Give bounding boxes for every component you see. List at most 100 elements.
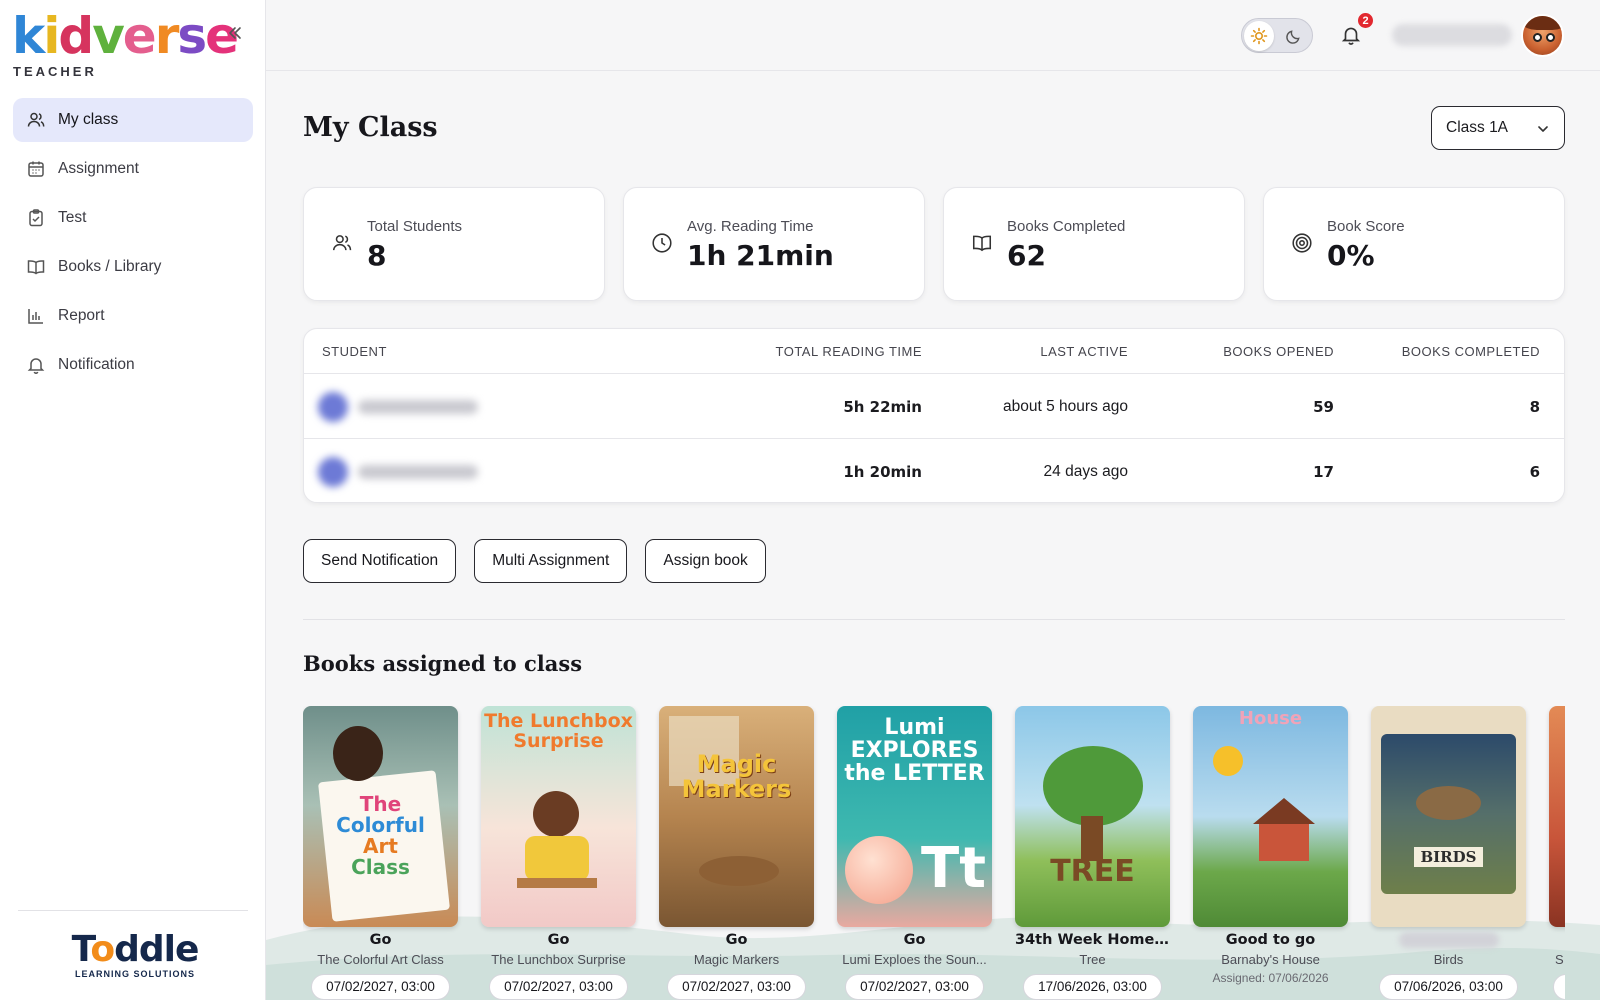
section-divider [303, 619, 1565, 620]
stat-value: 0% [1327, 239, 1375, 272]
sidebar-item-books-library[interactable]: Books / Library [13, 245, 253, 289]
book-card[interactable]: S [1549, 706, 1565, 1000]
collapse-sidebar-icon[interactable] [222, 20, 248, 46]
chevron-down-icon [1538, 126, 1548, 132]
sidebar-item-notification[interactable]: Notification [13, 343, 253, 387]
table-row[interactable]: 1h 20min 24 days ago 17 6 [304, 439, 1564, 502]
book-cover: Magic Markers [659, 706, 814, 927]
column-header-books-completed[interactable]: BOOKS COMPLETED [1402, 344, 1540, 359]
moon-icon [1283, 26, 1303, 46]
assign-book-button[interactable]: Assign book [645, 539, 766, 583]
book-cover: House [1193, 706, 1348, 927]
clipboard-check-icon [29, 209, 43, 227]
book-due-date: 07/06/2026, 03:00 [1379, 974, 1518, 1000]
book-cover [1549, 706, 1565, 927]
student-name-redacted [318, 388, 488, 426]
sun-icon [1244, 21, 1274, 51]
book-cover: Lumi EXPLORES the LETTER Tt [837, 706, 992, 927]
column-header-books-opened[interactable]: BOOKS OPENED [1223, 344, 1334, 359]
book-assigned-date: Assigned: 07/06/2026 [1212, 971, 1329, 985]
theme-toggle[interactable] [1241, 18, 1313, 53]
notification-count-badge: 2 [1356, 11, 1375, 30]
book-subtitle: The Lunchbox Surprise [491, 952, 626, 967]
topbar: 2 [266, 0, 1600, 71]
book-card[interactable]: Magic Markers Go Magic Markers 07/02/2027… [659, 706, 814, 1000]
column-header-total-reading-time[interactable]: TOTAL READING TIME [776, 344, 922, 359]
stat-label: Books Completed [1007, 218, 1126, 235]
sidebar: kidverse TEACHER My class Assignment Tes… [0, 0, 266, 1000]
user-name-redacted [1392, 24, 1512, 46]
stat-value: 62 [1007, 239, 1046, 272]
user-avatar[interactable] [1521, 14, 1564, 57]
stat-label: Avg. Reading Time [687, 218, 814, 235]
stats-row: Total Students 8 Avg. Reading Time 1h 21… [303, 187, 1565, 301]
book-cover: BIRDS [1371, 706, 1526, 927]
cover-title: TREE [1050, 854, 1135, 889]
sidebar-item-label: Notification [58, 356, 135, 373]
cover-title: BIRDS [1371, 847, 1526, 867]
class-select-value: Class 1A [1446, 119, 1509, 136]
book-card[interactable]: Lumi EXPLORES the LETTER Tt Go Lumi Exploe… [837, 706, 992, 1000]
book-title-redacted [1399, 932, 1499, 948]
stat-label: Total Students [367, 218, 463, 235]
stat-card-book-score: Book Score 0% [1263, 187, 1565, 301]
sidebar-item-assignment[interactable]: Assignment [13, 147, 253, 191]
page-title: My Class [303, 112, 438, 143]
calendar-icon [28, 161, 44, 177]
book-cover: The Lunchbox Surprise [481, 706, 636, 927]
cell-last-active: about 5 hours ago [1003, 398, 1128, 415]
sidebar-item-report[interactable]: Report [13, 294, 253, 338]
book-title: 34th Week Homew... [1015, 932, 1170, 948]
cell-books-completed: 8 [1529, 398, 1540, 416]
book-subtitle: The Colorful Art Class [317, 952, 444, 967]
books-section-title: Books assigned to class [303, 651, 583, 676]
book-cover: The Colorful Art Class [303, 706, 458, 927]
book-subtitle: S [1555, 952, 1564, 967]
toddle-wordmark: Toddle [71, 929, 200, 970]
book-subtitle: Barnaby's House [1221, 952, 1320, 967]
stat-value: 8 [367, 239, 387, 272]
book-subtitle: Tree [1079, 952, 1106, 967]
book-title: Go [903, 932, 926, 948]
stat-label: Book Score [1327, 218, 1405, 235]
cell-reading-time: 5h 22min [843, 398, 922, 416]
book-card[interactable]: House Good to go Barnaby's House Assigne… [1193, 706, 1348, 1000]
sidebar-item-test[interactable]: Test [13, 196, 253, 240]
class-select-dropdown[interactable]: Class 1A [1431, 106, 1565, 150]
stat-value: 1h 21min [687, 239, 834, 272]
book-card[interactable]: The Colorful Art Class Go The Colorful Art … [303, 706, 458, 1000]
table-header: STUDENT TOTAL READING TIME LAST ACTIVE B… [304, 329, 1564, 374]
logo-subtitle: TEACHER [13, 64, 97, 79]
book-card[interactable]: The Lunchbox Surprise Go The Lunchbox Sur… [481, 706, 636, 1000]
stat-card-books-completed: Books Completed 62 [943, 187, 1245, 301]
multi-assignment-button[interactable]: Multi Assignment [474, 539, 628, 583]
sidebar-item-my-class[interactable]: My class [13, 98, 253, 142]
sidebar-divider [18, 910, 248, 911]
action-buttons: Send Notification Multi Assignment Assig… [303, 539, 784, 583]
book-due-date: 07/02/2027, 03:00 [667, 974, 806, 1000]
column-header-last-active[interactable]: LAST ACTIVE [1040, 344, 1128, 359]
cover-title: Magic Markers [681, 750, 792, 804]
table-row[interactable]: 5h 22min about 5 hours ago 59 8 [304, 374, 1564, 439]
bar-chart-icon [28, 309, 43, 324]
kidverse-logo[interactable]: kidverse TEACHER [12, 6, 239, 80]
cover-title: The Colorful Art Class [336, 792, 425, 879]
send-notification-button[interactable]: Send Notification [303, 539, 457, 583]
users-icon [27, 112, 45, 127]
book-card[interactable]: TREE 34th Week Homew... Tree 17/06/2026,… [1015, 706, 1170, 1000]
toddle-logo: Toddle LEARNING SOLUTIONS [70, 929, 200, 980]
book-open-icon [972, 235, 992, 252]
sidebar-item-label: Books / Library [58, 258, 162, 275]
cell-books-opened: 59 [1313, 398, 1334, 416]
book-due-date: 17/06/2026, 03:00 [1023, 974, 1162, 1000]
book-card[interactable]: BIRDS Birds 07/06/2026, 03:00 [1371, 706, 1526, 1000]
stat-card-total-students: Total Students 8 [303, 187, 605, 301]
student-name-redacted [318, 453, 488, 491]
column-header-student[interactable]: STUDENT [322, 344, 387, 359]
cell-books-completed: 6 [1529, 463, 1540, 481]
book-title: Go [725, 932, 748, 948]
users-icon [332, 235, 352, 251]
stat-card-avg-reading-time: Avg. Reading Time 1h 21min [623, 187, 925, 301]
main-content: My Class Class 1A Total Students 8 Avg. … [303, 71, 1565, 1000]
students-table: STUDENT TOTAL READING TIME LAST ACTIVE B… [303, 328, 1565, 503]
